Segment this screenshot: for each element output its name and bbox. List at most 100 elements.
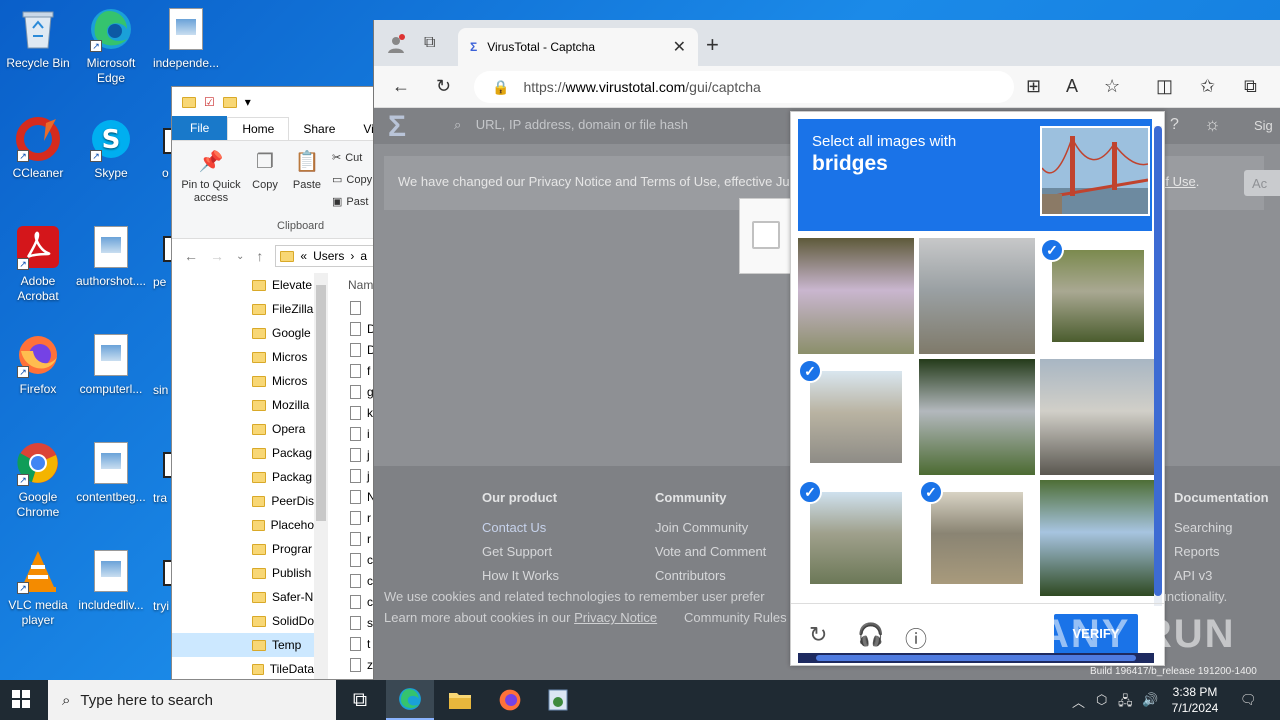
captcha-tile[interactable]: ✓ [919,480,1035,596]
captcha-scrollbar[interactable] [1154,126,1162,606]
captcha-tile[interactable]: ✓ [798,359,914,475]
cookie-community-rules[interactable]: Community Rules [684,607,787,628]
audio-icon[interactable]: 🎧 [857,622,884,648]
desktop-icon-edge[interactable]: ↗ Microsoft Edge [73,6,149,86]
nav-item[interactable]: Packag [172,441,314,465]
taskbar-firefox-icon[interactable] [486,680,534,720]
cookie-privacy-link[interactable]: Privacy Notice [574,610,657,625]
cut-button[interactable]: ✂ Cut [332,151,362,165]
windows-start-icon[interactable] [12,690,30,713]
reload-icon[interactable]: ↻ [809,622,827,648]
nav-item[interactable]: Opera [172,417,314,441]
copy-path-button[interactable]: ▭ Copy [332,173,372,187]
nav-item[interactable]: Prograr [172,537,314,561]
show-hidden-icons[interactable]: ︿ [1072,692,1085,711]
nav-scrollbar[interactable] [314,273,328,679]
footer-link[interactable]: API v3 [1174,564,1269,588]
desktop-icon-computerl[interactable]: computerl... [73,332,149,397]
notifications-icon[interactable]: 🗨 [1240,692,1257,708]
quick-access-dropdown-icon[interactable]: ▾ [245,95,251,109]
footer-link[interactable]: Contact Us [482,516,559,540]
back-arrow-icon[interactable]: ← [184,248,198,264]
nav-item[interactable]: PeerDis [172,489,314,513]
desktop-icon-skype[interactable]: S ↗ Skype [73,116,149,181]
help-icon[interactable]: ? [1170,116,1179,134]
desktop-icon-contentbeg[interactable]: contentbeg... [73,440,149,505]
forward-arrow-icon[interactable]: → [210,248,224,264]
desktop-icon-acrobat[interactable]: ↗ Adobe Acrobat [0,224,76,304]
taskbar-edge-icon[interactable] [386,680,434,720]
footer-link[interactable]: How It Works [482,564,559,588]
desktop-icon-recycle-bin[interactable]: Recycle Bin [0,6,76,71]
close-tab-icon[interactable]: ✕ [673,37,686,57]
desktop-icon-firefox[interactable]: ↗ Firefox [0,332,76,397]
desktop-icon-vlc[interactable]: ↗ VLC media player [0,548,76,628]
nav-item[interactable]: Micros [172,345,314,369]
breadcrumb-user[interactable]: a [360,249,367,263]
recaptcha-checkbox[interactable] [752,221,780,249]
footer-link[interactable]: Searching [1174,516,1269,540]
desktop-icon-ccleaner[interactable]: ↗ CCleaner [0,116,76,181]
footer-link[interactable]: Get Support [482,540,559,564]
recent-dropdown-icon[interactable]: ⌄ [236,251,244,262]
captcha-scrollbar-thumb[interactable] [1154,126,1162,596]
nav-item[interactable]: Google [172,321,314,345]
nav-item[interactable]: Elevate [172,273,314,297]
footer-link[interactable]: Join Community [655,516,766,540]
tab-actions-icon[interactable]: ⧉ [424,34,435,52]
nav-item[interactable]: Placeho [172,513,314,537]
apps-icon[interactable]: ⊞ [1026,76,1041,97]
ribbon-tab-file[interactable]: File [172,116,228,140]
tab-virustotal-captcha[interactable]: Σ VirusTotal - Captcha ✕ [458,28,698,66]
split-screen-icon[interactable]: ◫ [1156,76,1173,97]
taskbar-file-explorer-icon[interactable] [436,680,484,720]
ribbon-tab-share[interactable]: Share [289,118,349,140]
new-tab-icon[interactable]: + [706,32,719,58]
sign-in-link[interactable]: Sig [1254,118,1273,133]
up-arrow-icon[interactable]: ↑ [256,248,263,264]
copy-button[interactable]: ❐ Copy [248,149,282,192]
nav-scrollbar-thumb[interactable] [316,285,326,521]
theme-icon[interactable]: ☼ [1204,114,1221,135]
paste-button[interactable]: 📋 Paste [288,149,326,192]
captcha-tile[interactable]: ✓ [1040,238,1156,354]
captcha-tile[interactable] [919,238,1035,354]
desktop-icon-independe[interactable]: independe... [148,6,224,71]
task-view-icon[interactable]: ⧉ [336,680,384,720]
nav-item[interactable]: TileData [172,657,314,681]
nav-item[interactable]: FileZilla [172,297,314,321]
desktop-icon-authorshot[interactable]: authorshot.... [73,224,149,289]
taskbar-clock[interactable]: 3:38 PM 7/1/2024 [1162,684,1228,716]
nav-item[interactable]: Temp [172,633,314,657]
captcha-tile[interactable] [919,359,1035,475]
breadcrumb-overflow[interactable]: « [300,249,307,263]
volume-icon[interactable]: 🔊 [1142,692,1158,708]
footer-link[interactable]: Vote and Comment [655,540,766,564]
nav-item[interactable]: Publish [172,561,314,585]
refresh-icon[interactable]: ↻ [436,76,451,97]
nav-item[interactable]: Mozilla [172,393,314,417]
captcha-tile[interactable]: ✓ [798,480,914,596]
desktop-icon-includedliv[interactable]: includedliv... [73,548,149,613]
new-folder-icon[interactable] [222,96,237,108]
taskbar-app-icon[interactable] [534,680,582,720]
captcha-tile[interactable] [798,238,914,354]
properties-icon[interactable]: ☑ [204,95,215,109]
desktop-icon-chrome[interactable]: ↗ Google Chrome [0,440,76,520]
nav-item[interactable]: Safer-N [172,585,314,609]
network-icon[interactable]: 🖧 [1118,692,1133,714]
vt-search-input[interactable]: ⌕ URL, IP address, domain or file hash [454,117,688,133]
profile-icon[interactable] [386,34,406,59]
nav-item[interactable]: SolidDo [172,609,314,633]
notice-accept-button[interactable]: Ac [1244,170,1280,196]
info-icon[interactable]: ⓘ [905,622,927,654]
back-icon[interactable]: ← [392,76,410,97]
address-bar[interactable]: 🔒 https://www.virustotal.com/gui/captcha [474,71,1014,103]
collections-icon[interactable]: ⧉ [1244,76,1257,97]
breadcrumb-users[interactable]: Users [313,249,344,263]
taskbar-search[interactable]: ⌕ Type here to search [48,680,336,720]
ribbon-tab-home[interactable]: Home [227,117,290,140]
nav-item[interactable]: Packag [172,465,314,489]
captcha-tile[interactable] [1040,480,1156,596]
paste-shortcut-button[interactable]: ▣ Past [332,195,368,209]
